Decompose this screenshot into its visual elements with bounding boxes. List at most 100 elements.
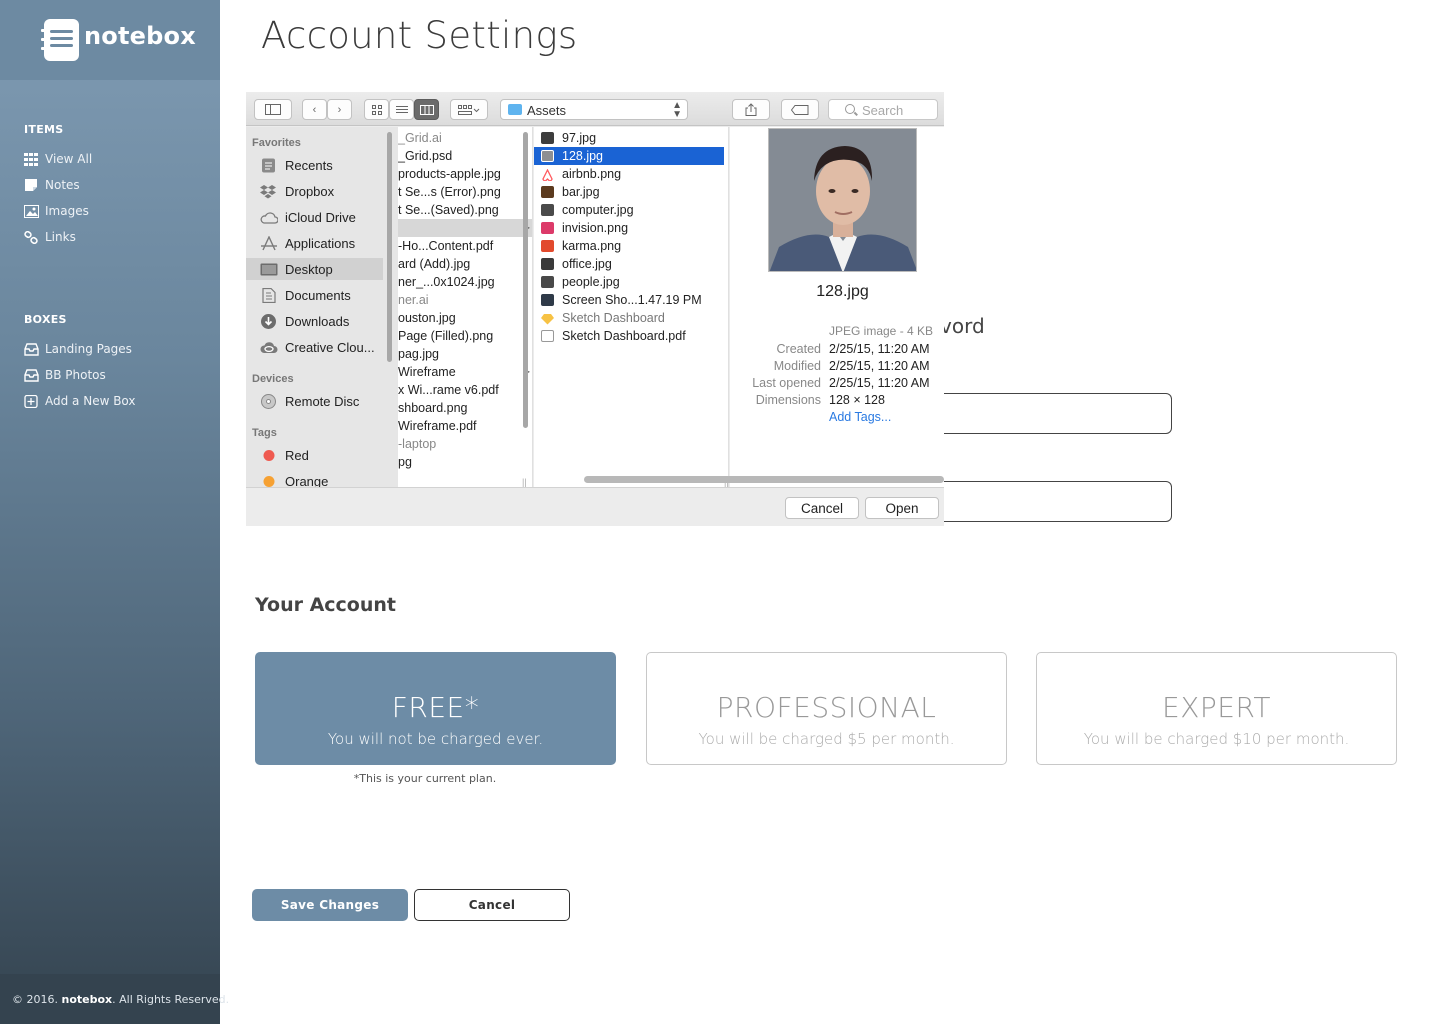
sidebar-item-recents[interactable]: Recents — [246, 154, 383, 176]
list-item[interactable]: people.jpg — [534, 273, 724, 291]
sidebar-item-label: Applications — [285, 235, 356, 251]
arrange-button[interactable] — [450, 99, 488, 120]
icon-view-button[interactable] — [364, 99, 389, 120]
devices-header: Devices — [252, 373, 294, 385]
sketch-file-icon — [541, 312, 554, 325]
forward-button[interactable]: › — [327, 99, 352, 120]
list-item[interactable]: karma.png — [534, 237, 724, 255]
sidebar-item-links[interactable]: Links — [24, 228, 76, 246]
list-item[interactable]: airbnb.png — [534, 165, 724, 183]
plan-card-free[interactable]: FREE* You will not be charged ever. — [255, 652, 616, 765]
list-item[interactable]: t Se...s (Error).png — [398, 183, 532, 201]
list-item[interactable]: shboard.png — [398, 399, 532, 417]
confirm-password-field[interactable] — [930, 481, 1172, 522]
sidebar-item-view-all[interactable]: View All — [24, 150, 92, 168]
list-item[interactable]: _Grid.ai — [398, 129, 532, 147]
list-item[interactable]: Screen Sho...1.47.19 PM — [534, 291, 724, 309]
list-item[interactable]: products-apple.jpg — [398, 165, 532, 183]
list-item[interactable]: -laptop — [398, 435, 532, 453]
list-view-button[interactable] — [389, 99, 414, 120]
list-item[interactable]: office.jpg — [534, 255, 724, 273]
list-item[interactable]: ard (Add).jpg — [398, 255, 532, 273]
your-account-title: Your Account — [255, 594, 396, 616]
sidebar-item-label: Notes — [45, 178, 80, 192]
list-item[interactable]: x Wi...rame v6.pdf — [398, 381, 532, 399]
dialog-toolbar: ‹ › Assets ▲ ▼ Search — [246, 92, 944, 126]
sidebar-item-applications[interactable]: Applications — [246, 232, 383, 254]
list-item-folder-selected[interactable]: ▶ — [398, 219, 532, 237]
list-item[interactable]: _Grid.psd — [398, 147, 532, 165]
list-item[interactable]: ner.ai — [398, 291, 532, 309]
app-logo[interactable]: notebox — [84, 22, 196, 50]
list-item[interactable]: pag.jpg — [398, 345, 532, 363]
search-placeholder: Search — [862, 103, 904, 118]
sidebar-item-label: Remote Disc — [285, 393, 360, 409]
invision-file-icon — [541, 222, 554, 234]
dialog-open-button[interactable]: Open — [865, 497, 939, 519]
disc-icon — [260, 393, 278, 409]
list-item[interactable]: Wireframe.pdf — [398, 417, 532, 435]
meta-key: Dimensions — [755, 393, 821, 407]
column-1-scrollbar[interactable] — [523, 132, 528, 428]
sidebar-item-notes[interactable]: Notes — [24, 176, 80, 194]
dialog-cancel-button[interactable]: Cancel — [785, 497, 859, 519]
list-item[interactable]: computer.jpg — [534, 201, 724, 219]
grid-icon — [24, 152, 39, 166]
sidebar-item-remote-disc[interactable]: Remote Disc — [246, 390, 383, 412]
column-view-button[interactable] — [414, 99, 439, 120]
list-item[interactable]: bar.jpg — [534, 183, 724, 201]
sidebar-scrollbar[interactable] — [387, 132, 392, 362]
list-item-selected[interactable]: 128.jpg — [534, 147, 724, 165]
back-button[interactable]: ‹ — [302, 99, 327, 120]
column-resize-handle[interactable]: || — [522, 477, 527, 487]
meta-value: 2/25/15, 11:20 AM — [829, 359, 930, 373]
list-item[interactable]: 97.jpg — [534, 129, 724, 147]
plan-card-professional[interactable]: PROFESSIONAL You will be charged $5 per … — [646, 652, 1007, 765]
sidebar-tag-red[interactable]: Red — [246, 444, 383, 466]
sidebar-box-landing-pages[interactable]: Landing Pages — [24, 340, 132, 358]
horizontal-scrollbar[interactable] — [584, 476, 944, 483]
share-icon — [745, 103, 757, 116]
list-item[interactable]: t Se...(Saved).png — [398, 201, 532, 219]
list-item[interactable]: -Ho...Content.pdf — [398, 237, 532, 255]
sidebar-box-bb-photos[interactable]: BB Photos — [24, 366, 106, 384]
list-item[interactable]: invision.png — [534, 219, 724, 237]
sidebar-item-dropbox[interactable]: Dropbox — [246, 180, 383, 202]
cancel-button[interactable]: Cancel — [414, 889, 570, 921]
sidebar-item-label: Desktop — [285, 261, 333, 277]
password-field[interactable] — [930, 393, 1172, 434]
sidebar-item-label: Dropbox — [285, 183, 335, 199]
sidebar-toggle-button[interactable] — [254, 99, 292, 120]
red-tag-dot-icon — [260, 448, 278, 463]
sidebar-item-downloads[interactable]: Downloads — [246, 310, 383, 332]
downloads-icon — [260, 313, 278, 329]
sidebar-item-creative-cloud[interactable]: Creative Clou... — [246, 336, 383, 358]
items-section-title: ITEMS — [24, 123, 64, 136]
add-new-box-button[interactable]: Add a New Box — [24, 392, 136, 410]
preview-filename: 128.jpg — [816, 283, 869, 300]
list-item[interactable]: ner_...0x1024.jpg — [398, 273, 532, 291]
search-field[interactable]: Search — [828, 99, 938, 120]
share-button[interactable] — [732, 99, 770, 120]
list-item[interactable]: pg — [398, 453, 532, 471]
save-changes-button[interactable]: Save Changes — [252, 889, 408, 921]
tag-button[interactable] — [781, 99, 819, 120]
sidebar-item-label: BB Photos — [45, 368, 106, 382]
list-item[interactable]: ouston.jpg — [398, 309, 532, 327]
photo-file-icon — [541, 150, 554, 162]
chevron-right-icon: › — [337, 103, 342, 116]
sidebar-item-label: Documents — [285, 287, 351, 303]
list-item[interactable]: Sketch Dashboard.pdf — [534, 327, 724, 345]
sidebar-item-icloud-drive[interactable]: iCloud Drive — [246, 206, 383, 228]
list-item-folder[interactable]: Wireframe▶ — [398, 363, 532, 381]
sidebar-item-documents[interactable]: Documents — [246, 284, 383, 306]
sidebar-item-images[interactable]: Images — [24, 202, 89, 220]
sidebar-item-label: Creative Clou... — [285, 339, 375, 355]
list-item[interactable]: Page (Filled).png — [398, 327, 532, 345]
location-popup[interactable]: Assets ▲ ▼ — [500, 99, 688, 120]
list-item[interactable]: Sketch Dashboard — [534, 309, 724, 327]
inbox-icon — [24, 342, 39, 356]
sidebar-item-desktop[interactable]: Desktop — [246, 258, 383, 280]
plan-card-expert[interactable]: EXPERT You will be charged $10 per month… — [1036, 652, 1397, 765]
add-tags-link[interactable]: Add Tags... — [829, 410, 891, 424]
